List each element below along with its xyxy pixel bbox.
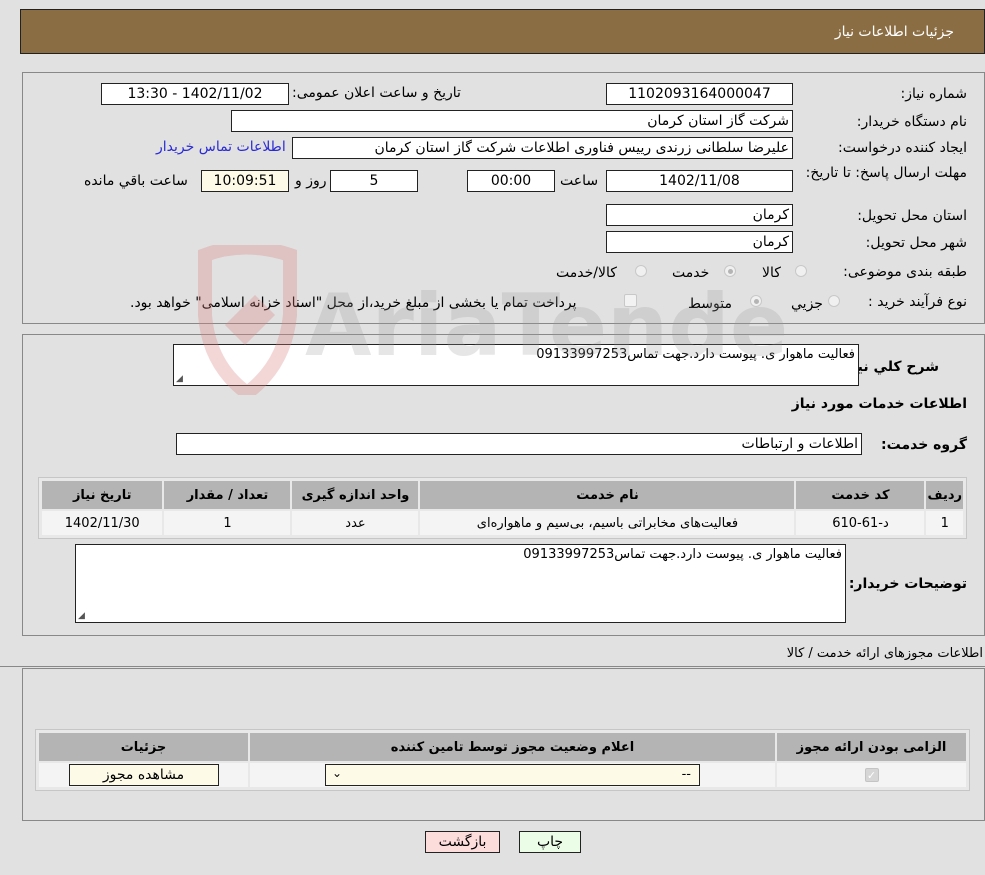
process-radio-medium[interactable] (750, 295, 762, 307)
col-quantity: تعداد / مقدار (162, 479, 293, 511)
col-service-code: کد خدمت (794, 479, 927, 511)
need-number-label: شماره نیاز: (900, 86, 968, 102)
creator-field: علیرضا سلطانی زرندی رییس فناوری اطلاعات … (292, 137, 793, 159)
province-label: استان محل تحویل: (857, 208, 967, 224)
col-permit-status: اعلام وضعیت مجوز توسط تامین کننده (248, 731, 777, 763)
permits-title-bar: اطلاعات مجوزهای ارائه خدمت / کالا (0, 642, 985, 667)
page-header: جزئیات اطلاعات نیاز (20, 9, 985, 54)
service-group-field: اطلاعات و ارتباطات (176, 433, 862, 455)
category-label-goods-service: کالا/خدمت (556, 265, 617, 281)
cell-service-name: فعالیت‌های مخابراتی باسیم، بی‌سیم و ماهو… (418, 509, 797, 537)
deadline-time-label: ساعت (560, 173, 599, 189)
permit-status-select[interactable]: -- ⌄ (325, 764, 700, 786)
service-group-label: گروه خدمت: (881, 437, 967, 453)
buyer-org-field: شرکت گاز استان کرمان (231, 110, 793, 132)
cell-permit-status: -- ⌄ (248, 761, 777, 789)
deadline-label: مهلت ارسال پاسخ: تا تاریخ: (805, 165, 967, 181)
permits-table-header: الزامی بودن ارائه مجوز اعلام وضعیت مجوز … (37, 731, 968, 763)
description-textarea[interactable]: فعالیت ماهوار ی. پیوست دارد.جهت تماس0913… (173, 344, 859, 386)
buyer-contact-link[interactable]: اطلاعات تماس خریدار (156, 139, 286, 155)
table-row: 1 د-61-610 فعالیت‌های مخابراتی باسیم، بی… (39, 509, 965, 537)
category-label-service: خدمت (672, 265, 710, 281)
back-button[interactable]: بازگشت (425, 831, 500, 853)
resize-grip-icon[interactable]: ◢ (78, 611, 85, 621)
days-label: روز و (295, 173, 327, 189)
need-number-field: 1102093164000047 (606, 83, 793, 105)
city-label: شهر محل تحویل: (865, 235, 967, 251)
city-field: کرمان (606, 231, 793, 253)
process-radio-minor[interactable] (828, 295, 840, 307)
days-field: 5 (330, 170, 418, 192)
page-title: جزئیات اطلاعات نیاز (834, 23, 954, 40)
remaining-time-field: 10:09:51 (201, 170, 289, 192)
deadline-time-field: 00:00 (467, 170, 555, 192)
chevron-down-icon: ⌄ (332, 766, 343, 780)
permits-section-title: اطلاعات مجوزهای ارائه خدمت / کالا (786, 646, 983, 661)
col-service-name: نام خدمت (418, 479, 797, 511)
cell-row-number: 1 (924, 509, 965, 537)
view-permit-button[interactable]: مشاهده مجوز (68, 764, 219, 786)
process-label-medium: متوسط (688, 296, 732, 312)
process-label: نوع فرآیند خرید : (868, 294, 967, 310)
cell-need-date: 1402/11/30 (39, 509, 165, 537)
permits-table: الزامی بودن ارائه مجوز اعلام وضعیت مجوز … (37, 731, 968, 789)
services-section-title: اطلاعات خدمات مورد نياز (791, 396, 967, 412)
table-row: ✓ -- ⌄ مشاهده مجوز (37, 761, 968, 789)
col-permit-required: الزامی بودن ارائه مجوز (775, 731, 968, 763)
category-label-goods: کالا (762, 265, 781, 281)
cell-service-code: د-61-610 (794, 509, 927, 537)
treasury-checkbox-label: پرداخت تمام یا بخشی از مبلغ خرید،از محل … (130, 295, 577, 311)
category-label: طبقه بندی موضوعی: (843, 264, 967, 280)
permits-table-wrapper: الزامی بودن ارائه مجوز اعلام وضعیت مجوز … (35, 729, 970, 791)
resize-grip-icon[interactable]: ◢ (176, 374, 183, 384)
cell-permit-details: مشاهده مجوز (37, 761, 250, 789)
category-radio-goods[interactable] (795, 265, 807, 277)
buyer-notes-text: فعالیت ماهوار ی. پیوست دارد.جهت تماس0913… (523, 547, 842, 562)
process-label-minor: جزيي (791, 296, 823, 312)
announce-field: 1402/11/02 - 13:30 (101, 83, 289, 105)
col-row-number: رديف (924, 479, 965, 511)
remaining-label: ساعت باقي مانده (84, 173, 188, 189)
permit-required-checkbox: ✓ (864, 767, 879, 782)
services-table-header: رديف کد خدمت نام خدمت واحد اندازه گیری ت… (39, 479, 965, 511)
services-table: رديف کد خدمت نام خدمت واحد اندازه گیری ت… (39, 479, 965, 537)
col-need-date: تاریخ نیاز (39, 479, 165, 511)
treasury-checkbox[interactable] (624, 294, 637, 307)
province-field: کرمان (606, 204, 793, 226)
deadline-date-field: 1402/11/08 (606, 170, 793, 192)
cell-permit-required: ✓ (775, 761, 968, 789)
description-text: فعالیت ماهوار ی. پیوست دارد.جهت تماس0913… (536, 347, 855, 362)
print-button[interactable]: چاپ (519, 831, 581, 853)
announce-label: تاریخ و ساعت اعلان عمومی: (292, 85, 461, 101)
buyer-org-label: نام دستگاه خریدار: (856, 114, 967, 130)
col-unit: واحد اندازه گیری (290, 479, 421, 511)
buyer-notes-textarea[interactable]: فعالیت ماهوار ی. پیوست دارد.جهت تماس0913… (75, 544, 846, 623)
cell-unit: عدد (290, 509, 421, 537)
cell-quantity: 1 (162, 509, 293, 537)
col-permit-details: جزئیات (37, 731, 250, 763)
category-radio-service[interactable] (724, 265, 736, 277)
permit-status-value: -- (681, 767, 691, 782)
category-radio-goods-service[interactable] (635, 265, 647, 277)
creator-label: ایجاد کننده درخواست: (838, 140, 967, 156)
buyer-notes-label: توضیحات خریدار: (848, 576, 967, 592)
services-table-wrapper: رديف کد خدمت نام خدمت واحد اندازه گیری ت… (38, 477, 967, 539)
